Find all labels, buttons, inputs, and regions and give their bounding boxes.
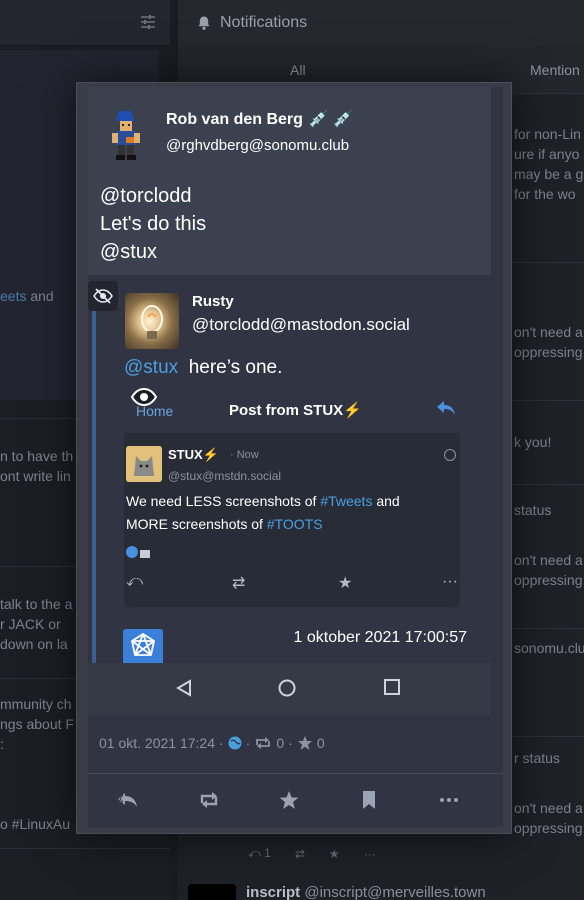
favourite-count: 0: [316, 735, 325, 751]
reply-icon: [437, 401, 455, 415]
screenshot-acct: @stux@mstdn.social: [168, 469, 282, 483]
avatar[interactable]: [125, 293, 179, 349]
screenshot-time: · Now: [230, 449, 259, 461]
screenshot-author: STUX⚡: [168, 447, 219, 462]
next-status-author[interactable]: inscript @inscript@merveilles.town: [246, 884, 486, 900]
bg-snippet: sonomu.club: [514, 640, 584, 656]
tab-all[interactable]: All: [290, 62, 306, 78]
bg-snippet: on't need a: [514, 324, 583, 340]
status-modal: Rob van den Berg 💉 💉 @rghvdberg@sonomu.cl…: [76, 82, 512, 834]
bg-snippet: ure if anyo: [514, 146, 580, 162]
mastodon-badge-icon: [126, 546, 150, 558]
bg-snippet: n to have th: [0, 448, 74, 464]
bg-status-actions: ⤺ 1 ⇄ ★ ···: [248, 846, 376, 861]
left-column-header: [0, 0, 170, 46]
avatar: [126, 446, 162, 482]
back-triangle-icon: [176, 679, 191, 697]
account-handle[interactable]: @rghvdberg@sonomu.club: [166, 137, 349, 154]
display-name[interactable]: Rob van den Berg 💉 💉: [166, 109, 353, 129]
tune-icon[interactable]: [140, 14, 156, 30]
reply-all-icon[interactable]: [116, 789, 138, 811]
bg-snippet: on't need a: [514, 800, 583, 816]
eye-icon[interactable]: [130, 387, 158, 407]
bg-snippet: r JACK or: [0, 616, 61, 632]
quoted-account-handle[interactable]: @torclodd@mastodon.social: [192, 315, 410, 335]
screenshot-title: Post from STUX⚡: [229, 402, 362, 419]
bg-snippet: oppressing: [514, 820, 583, 836]
screenshot-timestamp: 1 oktober 2021 17:00:57: [293, 629, 467, 646]
status-date[interactable]: 01 okt. 2021 17:24: [99, 735, 215, 751]
hide-media-button[interactable]: [88, 281, 118, 311]
bell-icon: [198, 16, 210, 30]
bg-snippet: may be a g: [514, 166, 584, 182]
star-icon: ★: [338, 575, 353, 592]
reply-count: 1: [264, 846, 271, 860]
attached-screenshot[interactable]: Home Post from STUX⚡ STUX⚡ · Now @stux@m…: [124, 381, 460, 607]
bg-snippet: r status: [514, 750, 560, 766]
bg-snippet: on't need a: [514, 552, 583, 568]
status-content-text: Let's do this: [100, 213, 207, 235]
eye-off-icon: [93, 288, 113, 304]
quoted-content: @stux here’s one.: [124, 357, 283, 378]
reblog-count: 0: [276, 735, 285, 751]
retweet-icon[interactable]: [198, 789, 220, 811]
screenshot-text: MORE screenshots of #TOOTS: [126, 516, 323, 532]
quoted-display-name[interactable]: Rusty: [192, 293, 234, 310]
screenshot-text: We need LESS screenshots of #Tweets and: [126, 493, 400, 509]
avatar[interactable]: [108, 111, 144, 161]
status-action-bar: [88, 777, 503, 823]
android-nav-bar: [88, 663, 491, 715]
status-card: Rob van den Berg 💉 💉 @rghvdberg@sonomu.cl…: [88, 87, 503, 827]
recents-square-icon: [384, 679, 400, 695]
star-icon[interactable]: ★: [329, 847, 340, 861]
globe-icon: [444, 449, 456, 461]
mention-link[interactable]: @stux: [124, 357, 178, 378]
bg-snippet: oppressing: [514, 344, 583, 360]
more-icon: ···: [442, 573, 458, 590]
reply-icon: ⤺: [126, 573, 144, 590]
bg-snippet: o #LinuxAu: [0, 816, 71, 832]
star-icon[interactable]: [297, 735, 313, 751]
bg-snippet: :: [0, 736, 4, 752]
mastodon-app-icon: [123, 629, 163, 665]
name-emoji: 💉 💉: [308, 111, 354, 128]
bookmark-icon[interactable]: [358, 789, 380, 811]
bg-snippet: ont write lin: [0, 468, 71, 484]
bg-snippet: oppressing: [514, 572, 583, 588]
tab-mention[interactable]: Mention: [530, 62, 580, 78]
status-meta: 01 okt. 2021 17:24 · · 0 · 0: [99, 735, 325, 751]
more-icon[interactable]: ···: [364, 847, 376, 861]
screenshot-actions: ⤺ ⇄ ★ ···: [126, 573, 458, 595]
more-icon[interactable]: [438, 789, 460, 811]
status-header: Rob van den Berg 💉 💉 @rghvdberg@sonomu.cl…: [88, 87, 491, 275]
star-icon[interactable]: [278, 789, 300, 811]
bg-snippet: talk to the a: [0, 596, 73, 612]
retweet-icon[interactable]: ⇄: [295, 847, 305, 861]
reply-all-icon[interactable]: ⤺ 1: [248, 846, 271, 861]
avatar: [188, 884, 236, 900]
retweet-icon: ⇄: [232, 575, 246, 592]
bg-snippet: eets and: [0, 288, 54, 304]
retweet-icon[interactable]: [254, 736, 272, 750]
bg-snippet: for non-Lin: [514, 126, 581, 142]
notifications-header[interactable]: Notifications: [178, 0, 584, 46]
home-circle-icon: [278, 679, 296, 697]
bg-snippet: down on la: [0, 636, 68, 652]
bg-snippet: status: [514, 502, 552, 518]
divider: [88, 773, 503, 774]
status-content-mention[interactable]: @torclodd: [100, 185, 191, 208]
bg-snippet: k you!: [514, 434, 552, 450]
globe-icon: [228, 736, 242, 750]
bg-snippet: for the wo: [514, 186, 576, 202]
quote-bar: [92, 283, 96, 663]
status-content-mention[interactable]: @stux: [100, 241, 157, 264]
column-title: Notifications: [220, 14, 308, 31]
bg-snippet: mmunity ch: [0, 696, 72, 712]
bg-snippet: ngs about F: [0, 716, 74, 732]
screenshot-header: Home Post from STUX⚡: [124, 381, 460, 433]
